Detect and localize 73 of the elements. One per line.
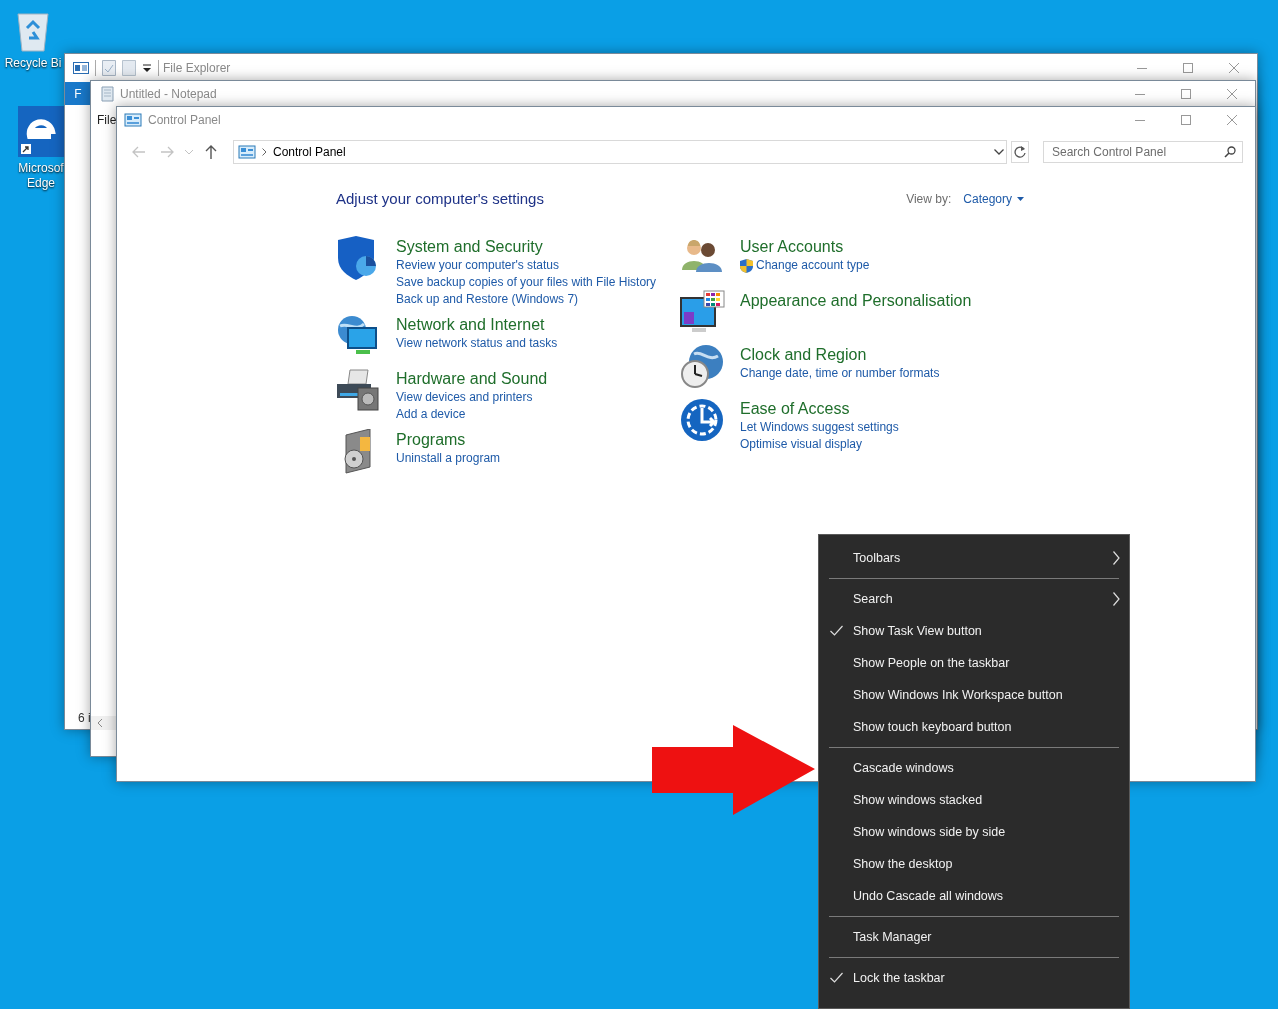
properties-icon[interactable] bbox=[73, 62, 89, 74]
address-bar[interactable]: Control Panel bbox=[233, 140, 1007, 164]
menu-item[interactable]: Task Manager bbox=[819, 921, 1129, 953]
icon-label: Microsof bbox=[18, 161, 64, 176]
forward-arrow-icon bbox=[160, 146, 174, 158]
menu-item[interactable]: Search bbox=[819, 583, 1129, 615]
menu-item[interactable]: Undo Cascade all windows bbox=[819, 880, 1129, 912]
ribbon-tab[interactable]: F bbox=[65, 82, 91, 105]
search-icon[interactable] bbox=[1224, 146, 1236, 158]
chevron-right-icon bbox=[1113, 551, 1120, 565]
search-field[interactable]: Search Control Panel bbox=[1043, 141, 1243, 163]
control-panel-icon bbox=[124, 112, 142, 128]
window-title: Control Panel bbox=[148, 113, 221, 127]
menu-item[interactable]: Show People on the taskbar bbox=[819, 647, 1129, 679]
refresh-button[interactable] bbox=[1011, 141, 1029, 163]
chevron-icon bbox=[262, 148, 267, 156]
task-link[interactable]: Review your computer's status bbox=[396, 257, 560, 274]
menu-item[interactable]: Toolbars bbox=[819, 542, 1129, 574]
document-check-icon[interactable] bbox=[102, 60, 116, 76]
menu-item[interactable]: Lock the taskbar bbox=[819, 962, 1129, 994]
notepad-icon bbox=[100, 86, 114, 102]
scroll-left-icon[interactable] bbox=[97, 719, 103, 727]
window-title: Untitled - Notepad bbox=[120, 87, 217, 101]
category-link[interactable]: Ease of Access bbox=[740, 399, 850, 419]
dropdown-caret-icon[interactable] bbox=[994, 149, 1004, 155]
menu-item[interactable]: Show Windows Ink Workspace button bbox=[819, 679, 1129, 711]
menu-item[interactable]: Show touch keyboard button bbox=[819, 711, 1129, 743]
icon-label: Recycle Bi bbox=[4, 56, 62, 71]
category-link[interactable]: Programs bbox=[396, 430, 466, 450]
caret-icon bbox=[185, 149, 193, 155]
window-title: File Explorer bbox=[163, 61, 231, 75]
task-link[interactable]: Back up and Restore (Windows 7) bbox=[396, 291, 579, 308]
maximize-icon bbox=[1181, 115, 1191, 125]
category-link[interactable]: Appearance and Personalisation bbox=[740, 291, 972, 311]
close-icon bbox=[1227, 89, 1237, 99]
page-heading: Adjust your computer's settings bbox=[336, 190, 544, 207]
dropdown-icon[interactable] bbox=[142, 63, 152, 73]
menu-item[interactable]: Show the desktop bbox=[819, 848, 1129, 880]
task-link[interactable]: Optimise visual display bbox=[740, 436, 863, 453]
maximize-icon bbox=[1181, 89, 1191, 99]
menu-item[interactable]: Show windows stacked bbox=[819, 784, 1129, 816]
task-link[interactable]: Change date, time or number formats bbox=[740, 365, 940, 382]
close-icon bbox=[1227, 115, 1237, 125]
view-by-label: View by: bbox=[906, 191, 952, 206]
task-link[interactable]: Add a device bbox=[396, 406, 466, 423]
menu-item[interactable]: Show windows side by side bbox=[819, 816, 1129, 848]
control-panel-icon bbox=[238, 144, 256, 160]
menu-item[interactable]: Cascade windows bbox=[819, 752, 1129, 784]
category-link[interactable]: System and Security bbox=[396, 237, 543, 257]
menu-item[interactable]: File bbox=[97, 113, 117, 127]
category-link[interactable]: Clock and Region bbox=[740, 345, 867, 365]
task-link[interactable]: Change account type bbox=[740, 257, 870, 274]
task-link[interactable]: View network status and tasks bbox=[396, 335, 558, 352]
view-by-dropdown[interactable]: Category bbox=[963, 191, 1024, 206]
chevron-right-icon bbox=[1113, 592, 1120, 606]
maximize-icon bbox=[1183, 63, 1193, 73]
up-arrow-icon bbox=[205, 145, 217, 159]
task-link[interactable]: Let Windows suggest settings bbox=[740, 419, 899, 436]
task-link[interactable]: View devices and printers bbox=[396, 389, 533, 406]
category-link[interactable]: Hardware and Sound bbox=[396, 369, 548, 389]
task-link[interactable]: Uninstall a program bbox=[396, 450, 501, 467]
status-text: 6 i bbox=[78, 711, 91, 725]
task-link[interactable]: Save backup copies of your files with File History bbox=[396, 274, 657, 291]
menu-item[interactable]: Show Task View button bbox=[819, 615, 1129, 647]
breadcrumb[interactable]: Control Panel bbox=[273, 145, 346, 159]
icon-label: Edge bbox=[27, 176, 55, 191]
back-arrow-icon bbox=[132, 146, 146, 158]
close-icon bbox=[1229, 63, 1239, 73]
caret-icon bbox=[1017, 196, 1024, 201]
category-link[interactable]: Network and Internet bbox=[396, 315, 545, 335]
refresh-icon bbox=[1014, 146, 1026, 158]
shield-icon bbox=[740, 258, 753, 273]
category-link[interactable]: User Accounts bbox=[740, 237, 844, 257]
